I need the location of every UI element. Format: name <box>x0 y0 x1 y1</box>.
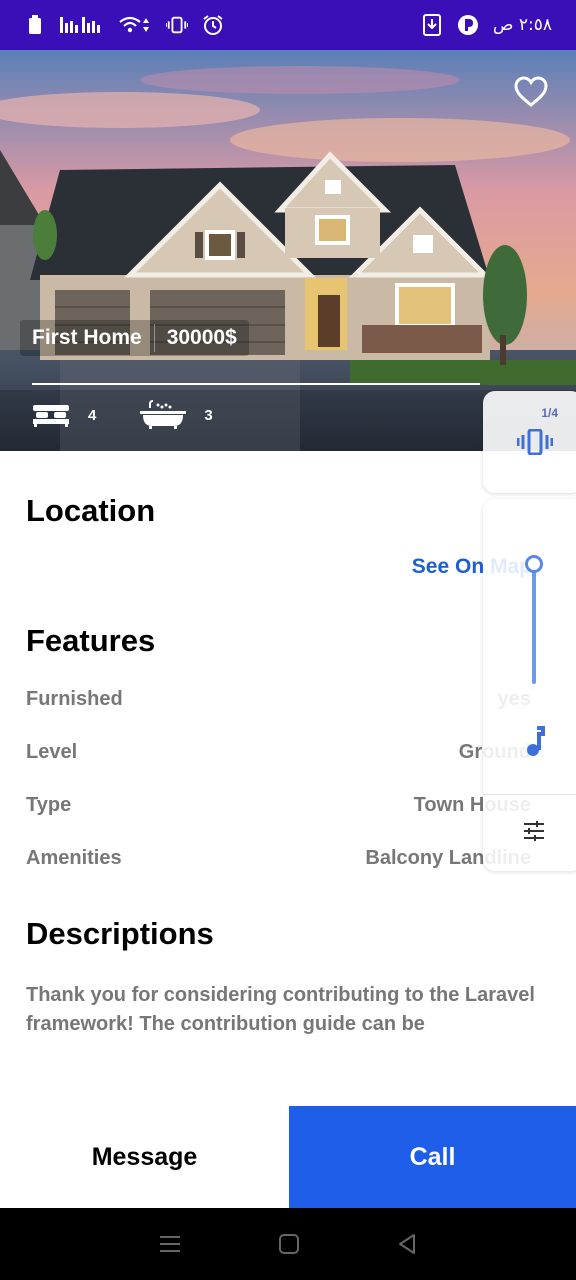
status-bar: ٢:٥٨ ص <box>0 0 576 50</box>
feature-row-level: Level Ground <box>26 741 531 764</box>
status-icons-right: ٢:٥٨ ص <box>421 14 552 36</box>
bedrooms-spec: 4 <box>32 403 96 427</box>
bathrooms-spec: 3 <box>140 400 213 430</box>
favorite-heart-icon[interactable] <box>514 76 548 108</box>
feature-label: Furnished <box>26 688 123 710</box>
back-icon[interactable] <box>397 1233 417 1255</box>
property-title: First Home <box>32 326 142 349</box>
battery-saver-icon <box>24 14 46 36</box>
bathtub-icon <box>140 400 187 429</box>
wifi-icon <box>118 14 152 36</box>
description-text: Thank you for considering contributing t… <box>26 984 535 1035</box>
features-heading: Features <box>26 623 156 658</box>
sound-settings-icon[interactable] <box>523 821 545 841</box>
bed-icon <box>33 405 69 427</box>
recent-apps-icon[interactable] <box>159 1235 181 1253</box>
call-button[interactable]: Call <box>289 1106 576 1208</box>
volume-slider-thumb[interactable] <box>525 555 543 573</box>
panel-divider <box>483 794 576 795</box>
bedrooms-count: 4 <box>88 406 97 424</box>
bathrooms-count: 3 <box>204 406 213 424</box>
volume-mode-panel[interactable]: 1/4 <box>483 391 576 493</box>
music-note-icon <box>527 726 545 756</box>
volume-slider-track[interactable] <box>532 559 536 684</box>
signal-bars-icon <box>60 14 104 36</box>
hero-divider <box>32 383 480 385</box>
title-price-row: First Home 30000$ <box>20 320 249 356</box>
feature-label: Amenities <box>26 847 122 869</box>
home-icon[interactable] <box>278 1233 300 1255</box>
feature-label: Level <box>26 741 78 763</box>
property-specs: 4 3 <box>32 400 257 430</box>
feature-row-furnished: Furnished yes <box>26 688 531 711</box>
descriptions-heading: Descriptions <box>26 916 214 951</box>
status-time: ٢:٥٨ ص <box>492 15 552 35</box>
vibrate-icon <box>166 14 188 36</box>
alarm-icon <box>202 14 224 36</box>
status-icons-left <box>24 14 224 36</box>
feature-row-type: Type Town House <box>26 794 531 817</box>
feature-label: Type <box>26 794 72 816</box>
volume-slider-panel <box>483 499 576 871</box>
feature-row-amenities: Amenities Balcony Landline <box>26 847 531 870</box>
property-price: 30000$ <box>166 326 237 349</box>
message-button[interactable]: Message <box>0 1106 289 1208</box>
download-icon <box>421 14 443 36</box>
vibrate-mode-icon[interactable] <box>517 429 553 455</box>
app-notification-icon <box>457 14 479 36</box>
volume-mode-counter: 1/4 <box>541 406 558 420</box>
system-nav-bar <box>0 1208 576 1280</box>
action-bar: Message Call <box>0 1106 576 1208</box>
location-heading: Location <box>26 493 156 528</box>
